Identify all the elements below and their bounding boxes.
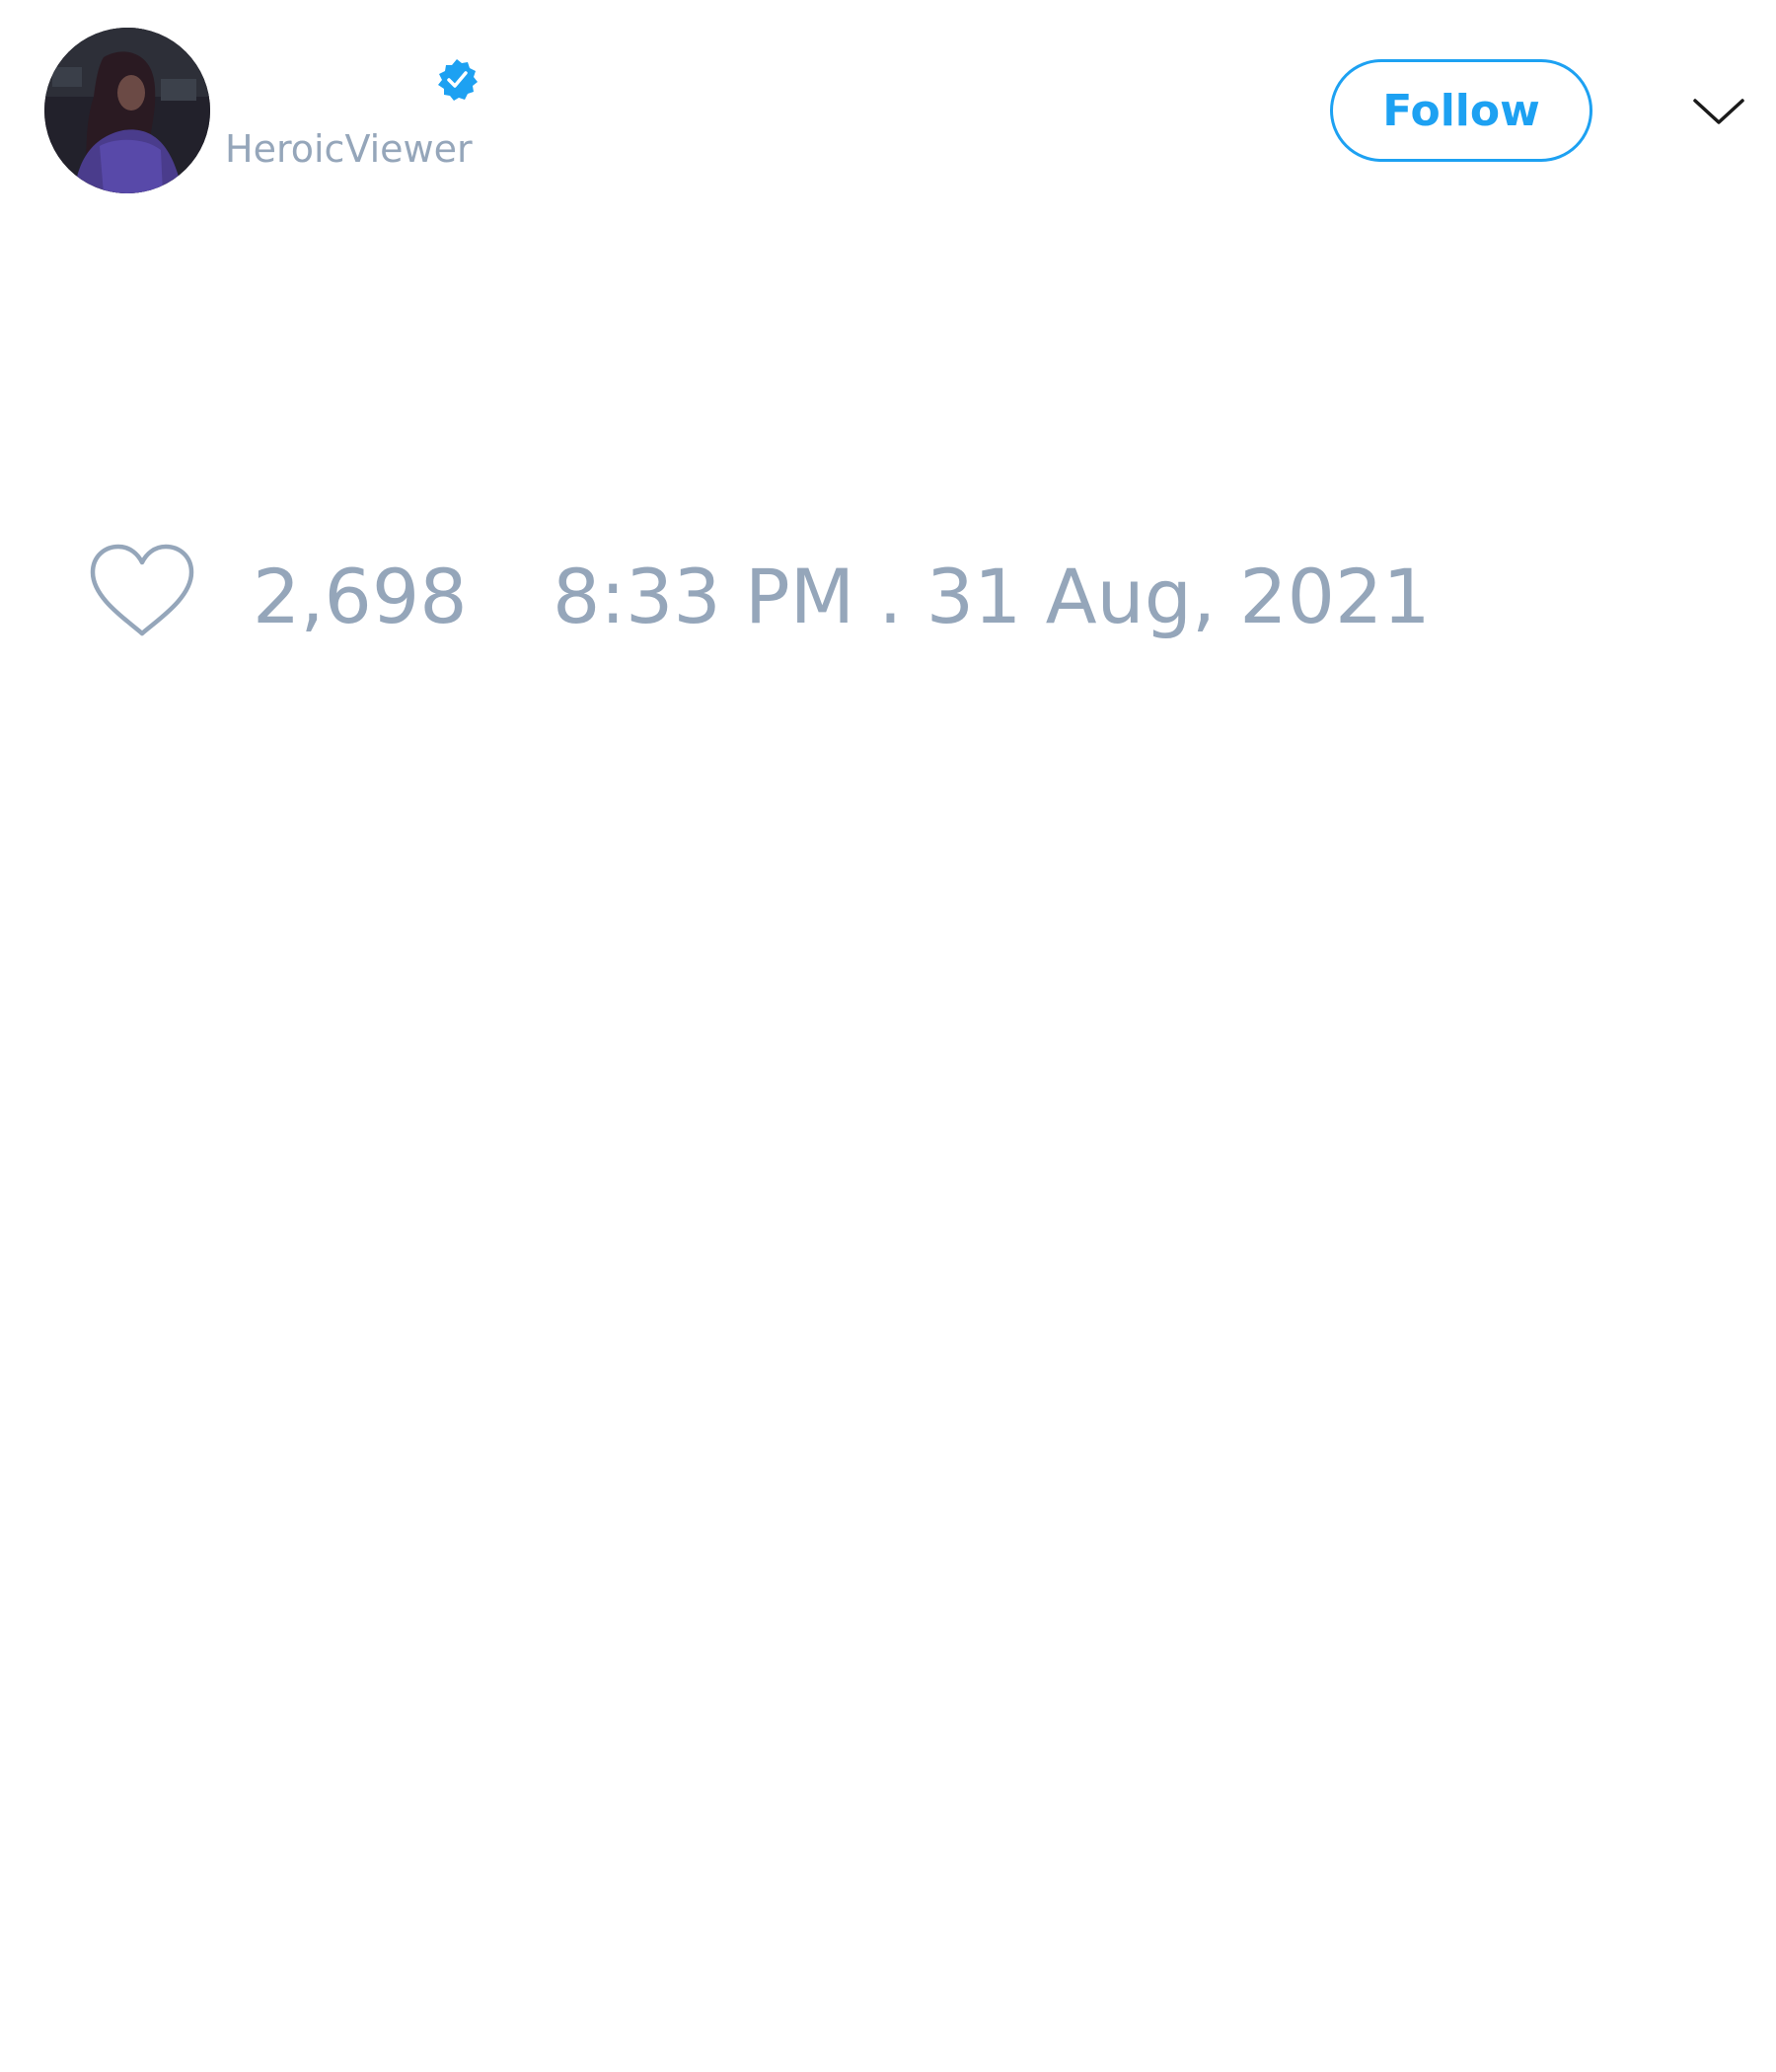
tweet-header: HeroicViewer Follow (0, 0, 1776, 227)
like-count[interactable]: 2,698 (253, 553, 468, 641)
heart-outline-icon[interactable] (87, 543, 197, 641)
verified-badge-icon (438, 59, 478, 101)
avatar[interactable] (44, 28, 210, 193)
avatar-image (44, 28, 210, 193)
author-handle[interactable]: HeroicViewer (225, 126, 473, 172)
tweet-timestamp[interactable]: 8:33 PM . 31 Aug, 2021 (553, 553, 1431, 641)
tweet-footer: 2,698 8:33 PM . 31 Aug, 2021 (0, 533, 1776, 651)
chevron-down-icon[interactable] (1689, 87, 1748, 134)
follow-button[interactable]: Follow (1330, 59, 1592, 162)
